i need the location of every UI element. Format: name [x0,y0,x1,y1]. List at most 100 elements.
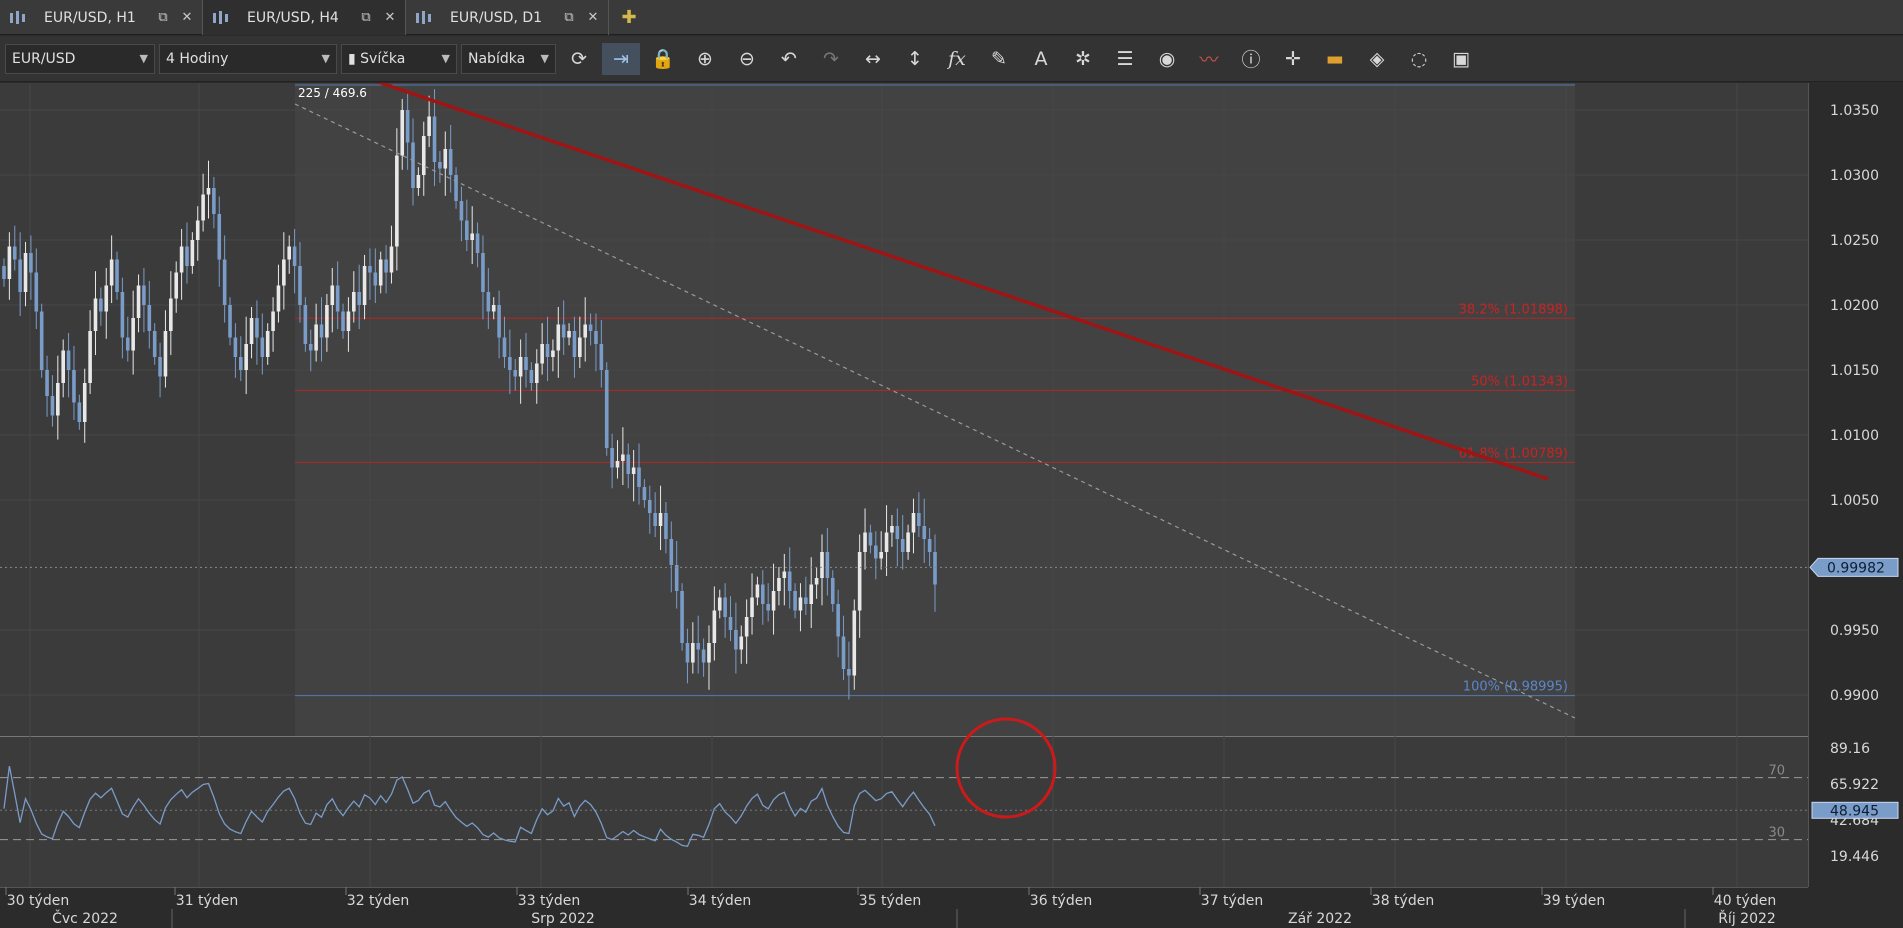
price-tick-label: 1.0100 [1830,428,1879,444]
candle-body [330,285,335,305]
price-axis-bg[interactable] [1808,83,1903,887]
candle-body [56,383,60,416]
candle-body [863,532,867,552]
candle-body [222,259,227,305]
price-tick-label: 1.0350 [1830,103,1879,119]
candle-body [174,272,179,299]
candle-body [115,259,119,292]
candle-body [588,324,593,331]
tab-eurusd-h1[interactable]: EUR/USD, H1 ⧉ ✕ [0,0,203,35]
popout-icon[interactable]: ⧉ [562,10,576,25]
candle-body [325,305,329,338]
rsi-tick-label: 89.16 [1830,741,1870,757]
candle-body [475,233,480,253]
candle-body [712,610,717,643]
measure-label: 225 / 469.6 [298,86,367,100]
price-side-select[interactable]: Nabídka ▼ [461,43,556,74]
candle-body [820,552,824,578]
fib-level-label: 100% (0.98995) [1463,680,1568,695]
info-icon[interactable]: ⓘ [1232,43,1270,75]
close-icon[interactable]: ✕ [180,10,194,25]
tab-label: EUR/USD, H1 [44,9,136,26]
popout-icon[interactable]: ⧉ [359,10,373,25]
refresh-icon[interactable]: ⟳ [560,43,598,75]
price-chart[interactable]: 1.0350 1.0300 1.0250 1.0200 1.0150 1.0100 1.00… [0,83,1903,928]
close-icon[interactable]: ✕ [586,10,600,25]
period-value: 4 Hodiny [166,50,229,67]
candle-body [411,142,415,188]
price-tick-label: 1.0050 [1830,493,1879,509]
candle-body [836,604,840,637]
chart-toolbar: EUR/USD ▼ 4 Hodiny ▼ ▮ Svíčka ▼ Nabídka ▼ ⟳ … [0,36,1903,82]
candle-body [190,240,195,266]
candle-body [45,370,49,396]
candle-body [88,331,92,383]
layers-icon[interactable]: ☰ [1106,43,1144,75]
candle-body [341,311,345,331]
tab-eurusd-h4[interactable]: EUR/USD, H4 ⧉ ✕ [203,0,406,35]
vertical-stretch-icon[interactable]: ↕ [896,43,934,75]
rsi-pane[interactable] [0,737,1808,887]
indicators-fx-icon[interactable]: fx [938,43,976,75]
candle-body [384,259,388,273]
candle-body [717,597,722,611]
time-axis-bg[interactable] [0,887,1903,928]
week-label: 36 týden [1030,893,1092,909]
candle-body [513,370,518,377]
shift-chart-icon[interactable]: ⇥ [602,42,640,75]
candle-body [556,324,561,351]
text-tool-icon[interactable]: A [1022,43,1060,75]
candle-body [395,155,399,247]
chevron-down-icon: ▼ [540,52,549,65]
candle-body [152,331,157,357]
candle-body [454,175,458,201]
candle-body [50,396,55,416]
crosshair-icon[interactable]: ✛ [1274,43,1312,75]
week-label: 30 týden [7,893,69,909]
draw-pencil-icon[interactable]: ✎ [980,43,1018,75]
period-select[interactable]: 4 Hodiny ▼ [159,43,337,74]
signals-icon[interactable]: 〰 [1190,43,1228,75]
candle-body [23,253,28,292]
zoom-out-icon[interactable]: ⊖ [728,43,766,75]
rsi-current-label: 48.945 [1830,803,1879,819]
candle-body [734,630,738,650]
fill-bucket-icon[interactable]: ◈ [1358,43,1396,75]
candle-body [621,454,625,461]
week-label: 35 týden [859,893,921,909]
price-tick-label: 0.9900 [1830,688,1879,704]
redo-icon[interactable]: ↷ [812,43,850,75]
add-chart-icon[interactable]: ✚ [609,0,649,35]
week-label: 40 týden [1714,893,1776,909]
patterns-icon[interactable]: ✲ [1064,43,1102,75]
popout-icon[interactable]: ⧉ [156,10,170,25]
zoom-in-icon[interactable]: ⊕ [686,43,724,75]
candle-body [238,357,243,370]
candle-body [572,331,577,357]
undo-icon[interactable]: ↶ [770,43,808,75]
candle-body [502,337,507,357]
candle-body [631,467,636,474]
candle-body [2,266,6,279]
close-icon[interactable]: ✕ [383,10,397,25]
eye-icon[interactable]: ◉ [1148,43,1186,75]
candle-body [518,357,523,377]
cycle-icon[interactable]: ◌ [1400,43,1438,75]
lock-icon[interactable]: 🔒 [644,43,682,75]
candle-body [868,532,873,546]
candle-body [674,565,679,591]
candle-body [653,513,657,526]
candle-body [809,584,814,604]
candle-body [233,337,238,357]
month-label: Říj 2022 [1718,910,1776,927]
candle-body [298,266,302,305]
save-icon[interactable]: ▣ [1442,43,1480,75]
tab-eurusd-d1[interactable]: EUR/USD, D1 ⧉ ✕ [406,0,609,35]
ruler-icon[interactable]: ▬ [1316,43,1354,75]
instrument-select[interactable]: EUR/USD ▼ [5,43,155,74]
horizontal-stretch-icon[interactable]: ↔ [854,43,892,75]
chart-type-select[interactable]: ▮ Svíčka ▼ [341,43,457,74]
fib-level-label: 0% (1.03692) [1479,83,1568,84]
candle-body [39,311,44,370]
candle-body [109,259,114,286]
